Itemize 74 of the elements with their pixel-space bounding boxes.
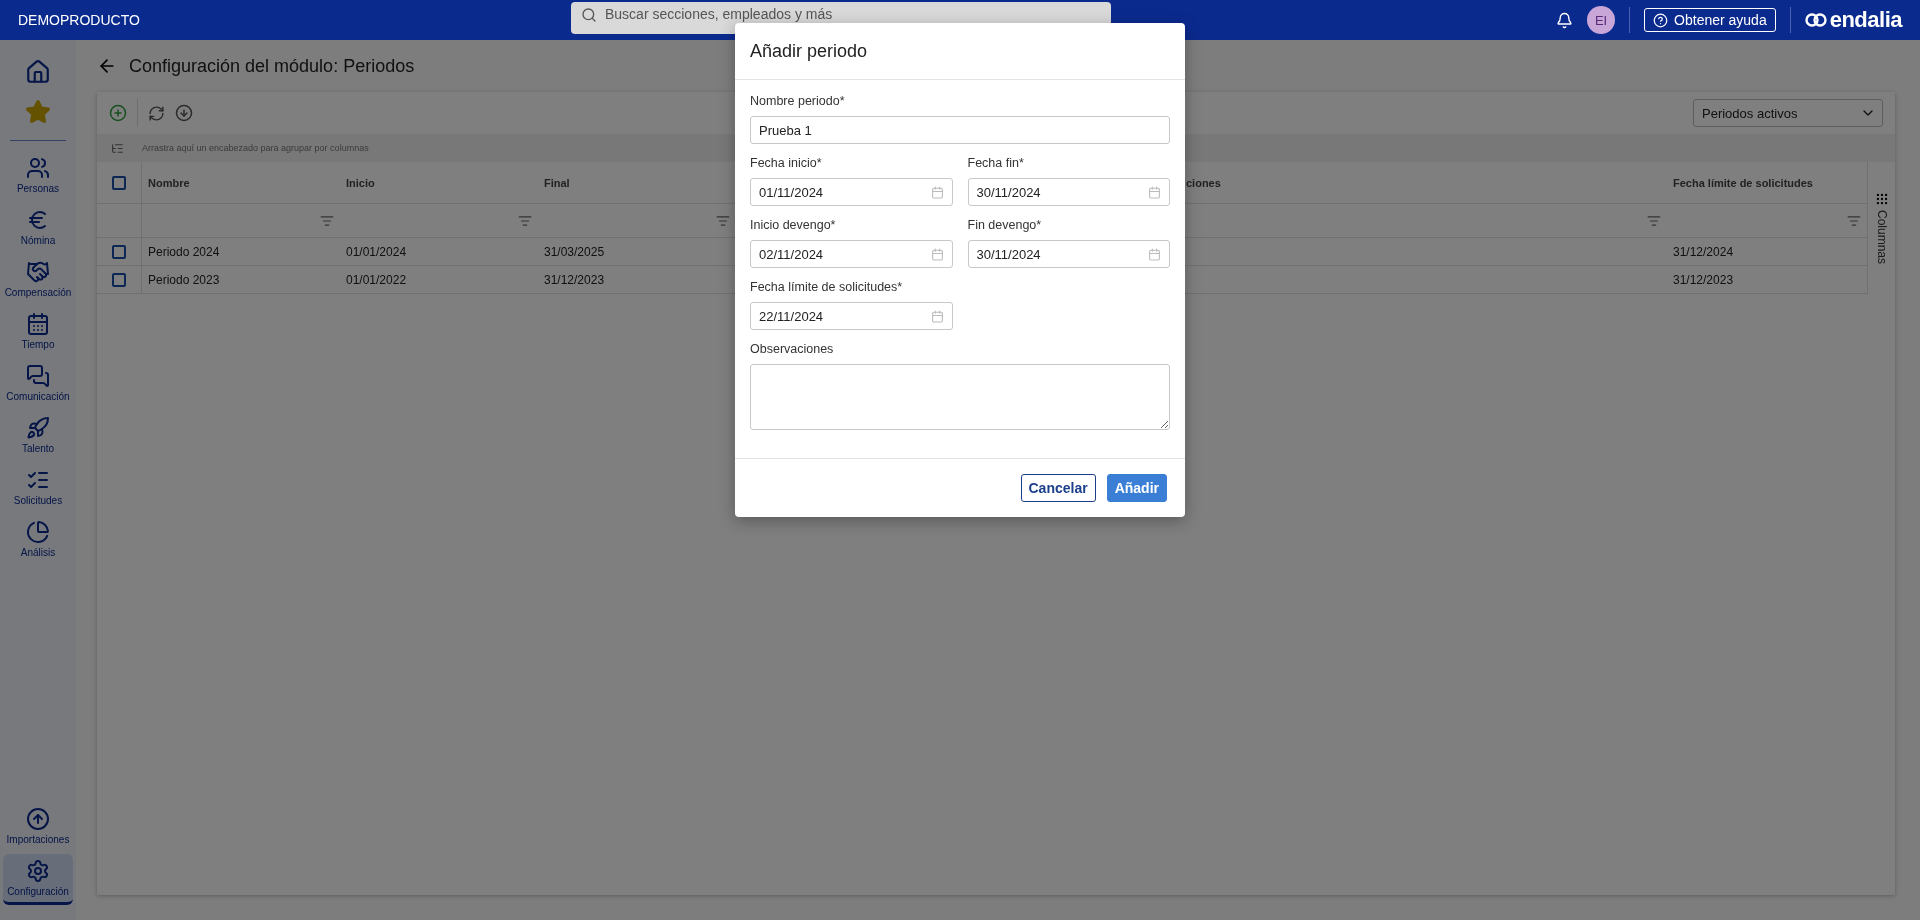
table-cell: 31/12/2023 <box>1667 266 1867 294</box>
sidebar-item[interactable]: Tiempo <box>3 307 73 358</box>
column-header[interactable]: Fecha límite de solicitudes <box>1667 162 1867 204</box>
download-icon[interactable] <box>175 104 193 122</box>
filter-icon[interactable] <box>716 213 730 228</box>
grid-icon[interactable] <box>1874 192 1889 206</box>
column-header[interactable]: Nombre <box>142 162 340 204</box>
group-icon <box>111 141 124 155</box>
table-cell: Periodo 2023 <box>142 266 340 294</box>
help-icon <box>1653 12 1669 28</box>
filter-icon[interactable] <box>1847 213 1861 228</box>
calendar-icon[interactable] <box>1148 247 1161 261</box>
help-button[interactable]: Obtener ayuda <box>1644 8 1776 32</box>
filter-icon[interactable] <box>320 213 334 228</box>
bell-icon[interactable] <box>1556 11 1574 29</box>
sidebar-item[interactable]: Comunicación <box>3 359 73 410</box>
people-icon <box>26 156 50 180</box>
date-field[interactable]: 01/11/2024 <box>750 178 953 206</box>
date-field[interactable]: 30/11/2024 <box>967 240 1170 268</box>
sidebar-item[interactable]: Nómina <box>3 203 73 254</box>
table-cell: 01/01/2024 <box>340 238 538 266</box>
filter-icon[interactable] <box>518 213 532 228</box>
calendar-icon[interactable] <box>930 247 944 261</box>
checkbox[interactable] <box>112 272 126 287</box>
brand-name: DEMOPRODUCTO <box>18 12 141 28</box>
checkbox[interactable] <box>112 175 126 190</box>
cancel-button[interactable]: Cancelar <box>1020 474 1096 502</box>
table-cell: Periodo 2024 <box>142 238 340 266</box>
sidebar-item[interactable]: Compensación <box>3 255 73 306</box>
field-label: Fecha límite de solicitudes* <box>750 280 904 294</box>
calendar-icon <box>26 312 50 336</box>
textarea-field[interactable] <box>750 364 1170 430</box>
logo-icon <box>1804 11 1827 29</box>
user-avatar[interactable]: EI <box>1587 6 1616 34</box>
filter-select[interactable]: Periodos activos <box>1693 99 1883 127</box>
home-icon[interactable] <box>25 59 51 85</box>
refresh-icon[interactable] <box>148 104 165 122</box>
field-label: Nombre periodo* <box>750 94 846 108</box>
sidebar-item[interactable]: Análisis <box>3 515 73 566</box>
handshake-icon <box>26 260 50 284</box>
star-icon[interactable] <box>25 99 51 125</box>
upload-icon <box>26 807 50 831</box>
date-field[interactable]: 30/11/2024 <box>967 178 1170 206</box>
checkbox[interactable] <box>112 244 126 259</box>
search-icon <box>581 7 597 23</box>
page-title: Configuración del módulo: Periodos <box>129 55 415 77</box>
columns-tab[interactable]: Columnas <box>1874 210 1889 265</box>
field-label: Fin devengo* <box>967 218 1043 232</box>
sidebar-item[interactable]: Personas <box>3 151 73 202</box>
input-field[interactable]: Prueba 1 <box>750 116 1170 144</box>
add-icon[interactable] <box>109 104 127 122</box>
logo-text: endalia <box>1829 7 1902 33</box>
calendar-icon[interactable] <box>930 309 944 323</box>
sidebar-item[interactable]: Importaciones <box>3 802 73 853</box>
dialog-title: Añadir periodo <box>750 40 868 62</box>
sidebar-item[interactable]: Configuración <box>3 854 73 905</box>
sidebar-item[interactable]: Solicitudes <box>3 463 73 514</box>
field-label: Inicio devengo* <box>750 218 837 232</box>
search-placeholder: Buscar secciones, empleados y más <box>605 7 833 22</box>
table-cell: 31/12/2024 <box>1667 238 1867 266</box>
calendar-icon[interactable] <box>1148 185 1161 199</box>
date-field[interactable]: 02/11/2024 <box>750 240 953 268</box>
date-field[interactable]: 22/11/2024 <box>750 302 953 330</box>
calendar-icon[interactable] <box>930 185 944 199</box>
sidebar-item[interactable]: Talento <box>3 411 73 462</box>
pie-chart-icon <box>26 520 50 544</box>
table-cell: 01/01/2022 <box>340 266 538 294</box>
chat-icon <box>26 364 50 388</box>
filter-icon[interactable] <box>1647 213 1661 228</box>
rocket-icon <box>26 416 50 440</box>
add-button[interactable]: Añadir <box>1106 474 1167 502</box>
field-label: Observaciones <box>750 342 835 356</box>
settings-icon <box>26 859 50 883</box>
column-header[interactable]: Inicio <box>340 162 538 204</box>
